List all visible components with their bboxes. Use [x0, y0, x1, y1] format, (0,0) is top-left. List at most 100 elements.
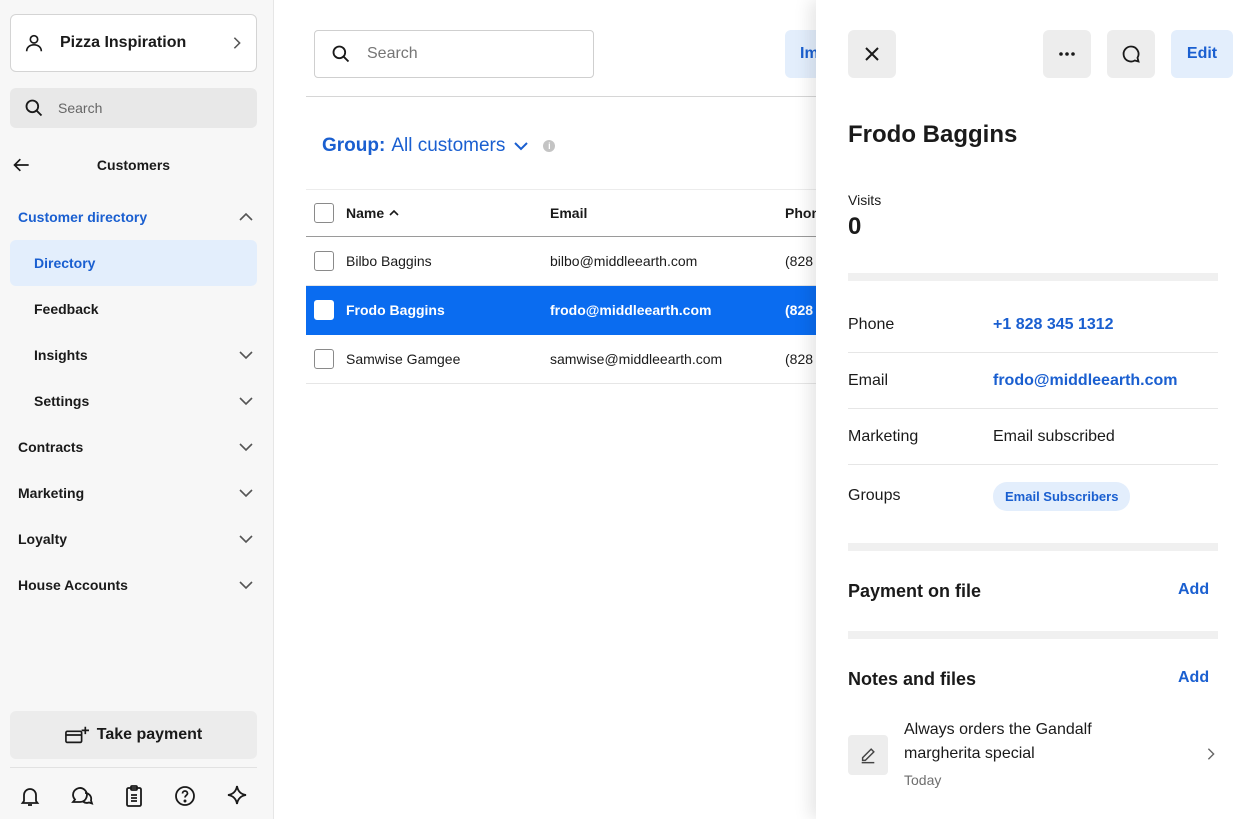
row-checkbox[interactable] — [314, 300, 334, 320]
bell-icon[interactable] — [18, 784, 42, 808]
more-options-button[interactable] — [1043, 30, 1091, 78]
chat-icon[interactable] — [70, 784, 94, 808]
edit-button[interactable]: Edit — [1171, 30, 1233, 78]
customer-name: Frodo Baggins — [346, 302, 445, 318]
person-icon — [25, 34, 43, 52]
chat-bubble-icon — [1122, 45, 1140, 63]
group-badge[interactable]: Email Subscribers — [993, 481, 1131, 511]
card-plus-icon — [64, 726, 89, 744]
close-icon — [865, 47, 879, 61]
sidebar: Pizza Inspiration Customers Customer dir… — [0, 0, 274, 819]
section-divider — [848, 273, 1218, 281]
customer-search[interactable] — [314, 30, 594, 78]
clipboard-icon[interactable] — [122, 784, 146, 808]
column-header-email[interactable]: Email — [550, 205, 587, 221]
group-value: All customers — [391, 135, 506, 156]
add-note-button[interactable]: Add — [1178, 669, 1209, 687]
sidebar-search[interactable] — [10, 88, 257, 128]
marketing-value: Email subscribed — [993, 427, 1115, 445]
customer-name-heading: Frodo Baggins — [848, 121, 1018, 148]
customer-email: bilbo@middleearth.com — [550, 253, 698, 269]
sidebar-item-label: Contracts — [18, 439, 84, 455]
chevron-down-icon — [514, 142, 529, 151]
groups-row: Groups Email Subscribers — [848, 465, 1218, 527]
more-horizontal-icon — [1059, 52, 1075, 56]
chevron-down-icon — [239, 535, 253, 544]
sidebar-item-label: Insights — [34, 347, 88, 363]
sidebar-nav: Customer directory Directory Feedback In… — [0, 194, 274, 608]
row-checkbox[interactable] — [314, 251, 334, 271]
note-item[interactable]: Always orders the Gandalf margherita spe… — [848, 718, 1218, 792]
sidebar-bottom-toolbar — [0, 780, 274, 812]
help-icon[interactable] — [173, 784, 197, 808]
table-row-selected[interactable]: Frodo Baggins frodo@middleearth.com (828 — [306, 286, 826, 335]
groups-label: Groups — [848, 487, 901, 504]
sidebar-item-settings[interactable]: Settings — [0, 378, 274, 424]
sidebar-item-marketing[interactable]: Marketing — [0, 470, 274, 516]
customer-phone: (828 — [785, 253, 814, 269]
sidebar-search-input[interactable] — [58, 100, 228, 116]
note-text: Always orders the Gandalf margherita spe… — [904, 721, 1092, 762]
add-payment-button[interactable]: Add — [1178, 581, 1209, 599]
customer-phone: (828 — [785, 302, 814, 318]
search-icon — [332, 45, 350, 63]
sidebar-item-feedback[interactable]: Feedback — [0, 286, 274, 332]
sidebar-item-directory[interactable]: Directory — [10, 240, 257, 286]
take-payment-button[interactable]: Take payment — [10, 711, 257, 759]
sidebar-item-insights[interactable]: Insights — [0, 332, 274, 378]
sidebar-item-label: House Accounts — [18, 577, 128, 593]
search-icon — [25, 99, 43, 117]
customer-search-input[interactable] — [367, 45, 577, 63]
chevron-down-icon — [239, 351, 253, 360]
phone-link[interactable]: +1 828 345 1312 — [993, 316, 1114, 334]
column-header-label: Name — [346, 205, 385, 221]
customer-detail-panel: Edit Frodo Baggins Visits 0 Phone +1 828… — [816, 0, 1246, 819]
sidebar-item-label: Loyalty — [18, 531, 68, 547]
sidebar-item-house-accounts[interactable]: House Accounts — [0, 562, 274, 608]
customer-email: frodo@middleearth.com — [550, 302, 712, 318]
table-row[interactable]: Bilbo Baggins bilbo@middleearth.com (828 — [306, 237, 826, 286]
main-divider — [306, 96, 826, 97]
business-switcher[interactable]: Pizza Inspiration — [10, 14, 257, 72]
sidebar-divider — [10, 767, 257, 768]
pencil-icon-box — [848, 735, 888, 775]
phone-row: Phone +1 828 345 1312 — [848, 297, 1218, 353]
business-name: Pizza Inspiration — [60, 34, 187, 51]
sidebar-item-label: Directory — [34, 255, 96, 271]
info-icon[interactable]: i — [543, 140, 556, 152]
sidebar-item-label: Customer directory — [18, 209, 148, 225]
email-label: Email — [848, 371, 889, 389]
chevron-right-icon — [1207, 748, 1215, 760]
column-header-phone[interactable]: Phon — [785, 205, 820, 221]
notes-section-title: Notes and files — [848, 669, 977, 689]
group-label: Group: — [322, 135, 386, 156]
sidebar-item-customer-directory[interactable]: Customer directory — [0, 194, 274, 240]
visits-label: Visits — [848, 192, 882, 208]
section-divider — [848, 543, 1218, 551]
sidebar-item-loyalty[interactable]: Loyalty — [0, 516, 274, 562]
row-checkbox[interactable] — [314, 349, 334, 369]
customer-table: Name Email Phon Bilbo Baggins bilbo@midd… — [306, 189, 826, 384]
pencil-icon — [861, 748, 875, 764]
phone-label: Phone — [848, 315, 895, 333]
customer-name: Bilbo Baggins — [346, 253, 432, 269]
message-button[interactable] — [1107, 30, 1155, 78]
select-all-checkbox[interactable] — [314, 203, 334, 223]
column-header-name[interactable]: Name — [346, 205, 400, 221]
sidebar-item-label: Settings — [34, 393, 90, 409]
sidebar-item-contracts[interactable]: Contracts — [0, 424, 274, 470]
table-row[interactable]: Samwise Gamgee samwise@middleearth.com (… — [306, 335, 826, 384]
group-filter[interactable]: Group: All customers i — [322, 133, 556, 159]
marketing-row: Marketing Email subscribed — [848, 409, 1218, 465]
edit-label: Edit — [1186, 45, 1218, 62]
section-divider — [848, 631, 1218, 639]
chevron-up-icon — [239, 212, 253, 221]
chevron-down-icon — [239, 443, 253, 452]
sort-ascending-icon — [389, 209, 399, 216]
close-button[interactable] — [848, 30, 896, 78]
email-link[interactable]: frodo@middleearth.com — [993, 372, 1178, 390]
sparkle-icon[interactable] — [225, 784, 249, 808]
email-row: Email frodo@middleearth.com — [848, 353, 1218, 409]
chevron-down-icon — [239, 489, 253, 498]
sidebar-item-label: Marketing — [18, 485, 85, 501]
